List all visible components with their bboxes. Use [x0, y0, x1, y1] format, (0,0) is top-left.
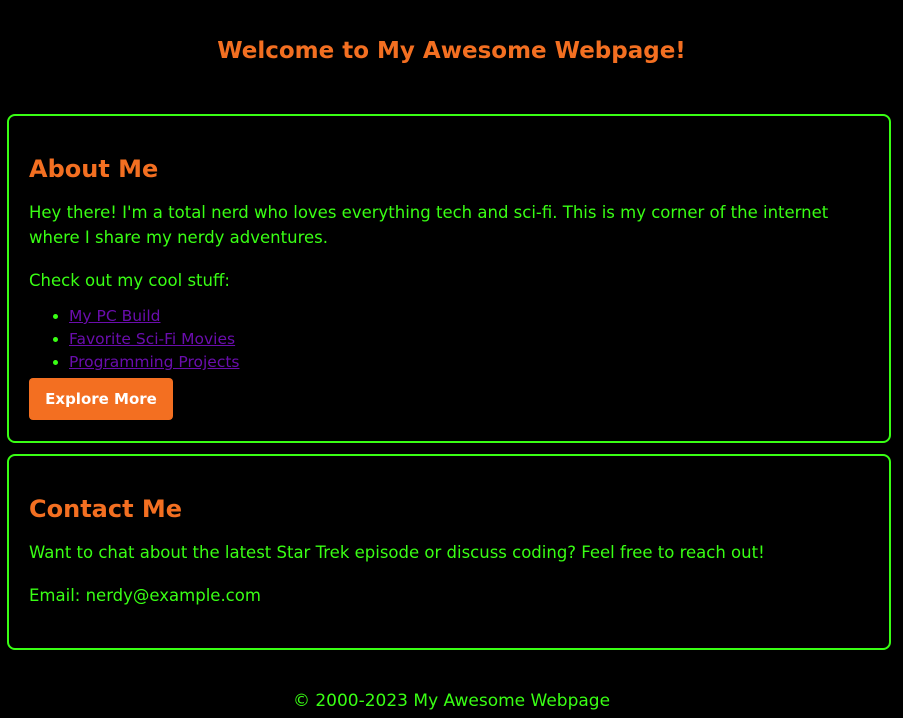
list-item: Programming Projects — [69, 351, 869, 374]
contact-heading: Contact Me — [29, 495, 183, 523]
explore-more-button[interactable]: Explore More — [29, 378, 173, 420]
about-heading: About Me — [29, 155, 159, 183]
list-item: My PC Build — [69, 305, 869, 328]
about-intro-text: Hey there! I'm a total nerd who loves ev… — [29, 203, 829, 247]
site-header: Welcome to My Awesome Webpage! — [0, 0, 903, 104]
page-title: Welcome to My Awesome Webpage! — [217, 38, 686, 64]
contact-text: Want to chat about the latest Star Trek … — [29, 543, 765, 562]
site-footer: © 2000-2023 My Awesome Webpage — [0, 688, 903, 714]
about-section: About Me Hey there! I'm a total nerd who… — [7, 114, 891, 443]
pc-build-link[interactable]: My PC Build — [69, 307, 160, 325]
contact-section: Contact Me Want to chat about the latest… — [7, 454, 891, 650]
list-item: Favorite Sci-Fi Movies — [69, 328, 869, 351]
programming-projects-link[interactable]: Programming Projects — [69, 353, 240, 371]
cool-stuff-list: My PC Build Favorite Sci-Fi Movies Progr… — [29, 305, 869, 374]
contact-email: Email: nerdy@example.com — [29, 586, 261, 605]
footer-copyright: © 2000-2023 My Awesome Webpage — [292, 691, 611, 711]
stuff-label: Check out my cool stuff: — [29, 271, 230, 290]
sci-fi-movies-link[interactable]: Favorite Sci-Fi Movies — [69, 330, 235, 348]
